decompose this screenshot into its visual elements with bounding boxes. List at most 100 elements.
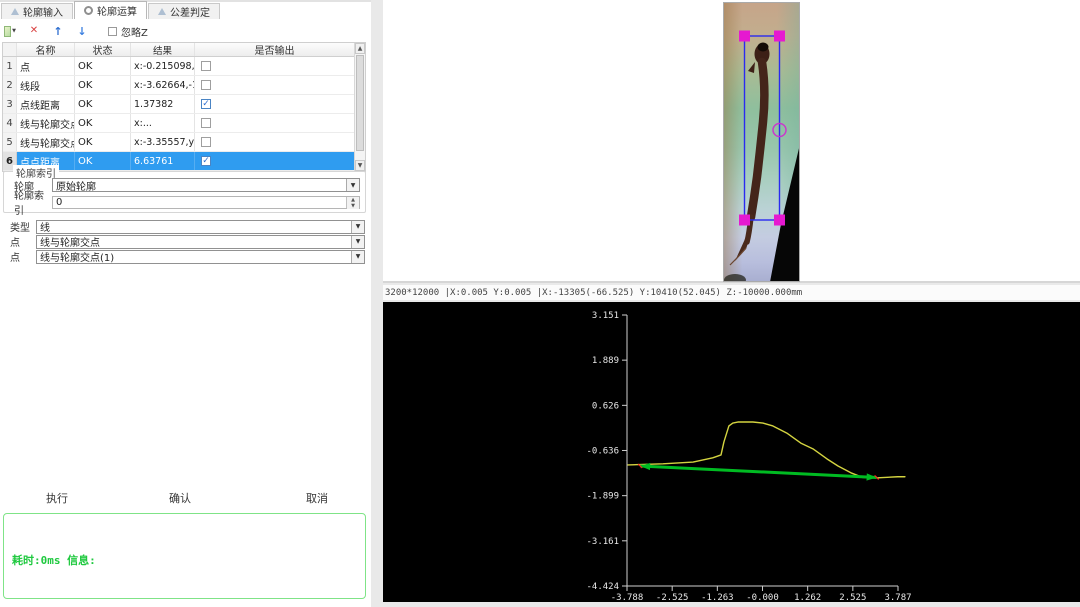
- results-table: 名称 状态 结果 是否输出 1点OKx:-0.215098,y:...2线段OK…: [2, 42, 366, 172]
- chevron-down-icon[interactable]: ▼: [351, 221, 364, 233]
- point1-value: 线与轮廓交点: [40, 234, 100, 249]
- spinner-arrows-icon[interactable]: ▲▼: [346, 197, 359, 208]
- table-row[interactable]: 4线与轮廓交点OKx:...: [3, 114, 354, 133]
- chevron-down-icon[interactable]: ▼: [346, 179, 359, 191]
- add-item-icon[interactable]: ▼: [4, 25, 16, 37]
- row-number: 5: [3, 133, 17, 151]
- row-output-cell: [195, 57, 354, 75]
- row-name: 点线距离: [17, 95, 75, 113]
- type-value: 线: [40, 219, 50, 234]
- table-scrollbar[interactable]: ▲ ▼: [354, 43, 365, 171]
- x-tick-label: 3.787: [884, 593, 911, 602]
- profile-curve: [628, 422, 905, 478]
- roi-handle-bottom-right[interactable]: [774, 215, 785, 226]
- tab-contour-calc[interactable]: 轮廓运算: [74, 1, 147, 19]
- table-row[interactable]: 2线段OKx:-3.62664,-1....: [3, 76, 354, 95]
- row-number: 4: [3, 114, 17, 132]
- point2-select[interactable]: 线与轮廓交点(1) ▼: [36, 250, 365, 264]
- tab-bar: 轮廓输入 轮廓运算 公差判定: [1, 2, 221, 19]
- x-tick-label: 2.525: [839, 593, 866, 602]
- row-status: OK: [75, 76, 131, 94]
- tab-label: 轮廓运算: [97, 3, 137, 18]
- output-checkbox[interactable]: ✓: [201, 156, 211, 166]
- x-tick-label: -3.788: [611, 593, 644, 602]
- scroll-up-icon[interactable]: ▲: [355, 43, 365, 54]
- measure-arrow-head: [866, 473, 876, 480]
- y-tick-label: -0.636: [586, 446, 619, 456]
- col-name[interactable]: 名称: [17, 43, 75, 56]
- x-tick-label: -1.263: [701, 593, 734, 602]
- action-bar: 执行 确认 取消: [0, 490, 371, 506]
- specimen-image[interactable]: [723, 2, 800, 282]
- triangle-icon: [158, 8, 166, 15]
- chevron-down-icon[interactable]: ▼: [351, 236, 364, 248]
- col-status[interactable]: 状态: [75, 43, 131, 56]
- table-row[interactable]: 1点OKx:-0.215098,y:...: [3, 57, 354, 76]
- cancel-button[interactable]: 取消: [277, 490, 357, 506]
- row-output-cell: ✓: [195, 95, 354, 113]
- contour-index-spinner[interactable]: 0 ▲▼: [52, 196, 360, 209]
- row-number: 3: [3, 95, 17, 113]
- output-checkbox[interactable]: [201, 61, 211, 71]
- type-label: 类型: [10, 219, 36, 234]
- row-name: 线与轮廓交点(1): [17, 133, 75, 151]
- type-select[interactable]: 线 ▼: [36, 220, 365, 234]
- point1-select[interactable]: 线与轮廓交点 ▼: [36, 235, 365, 249]
- contour-value: 原始轮廓: [56, 178, 96, 193]
- checkbox-icon: [108, 27, 117, 36]
- x-tick-label: 1.262: [794, 593, 821, 602]
- col-output[interactable]: 是否输出: [195, 43, 354, 56]
- control-panel: 轮廓输入 轮廓运算 公差判定 ▼ ✕ ↑ ↓ 忽略Z 名称 状态 结果 是否输出…: [0, 0, 371, 607]
- x-tick-label: -0.000: [746, 593, 779, 602]
- row-status: OK: [75, 57, 131, 75]
- row-output-cell: [195, 133, 354, 151]
- table-row[interactable]: 5线与轮廓交点(1)OKx:-3.35557,y:-...: [3, 133, 354, 152]
- y-tick-label: 0.626: [592, 401, 619, 411]
- row-result: 1.37382: [131, 95, 195, 113]
- tab-tolerance[interactable]: 公差判定: [148, 3, 220, 19]
- scroll-thumb[interactable]: [356, 55, 364, 151]
- profile-plot-panel[interactable]: 3.1511.8890.626-0.636-1.899-3.161-4.424-…: [383, 302, 1080, 602]
- image-viewer[interactable]: [383, 0, 1080, 283]
- ignore-z-checkbox[interactable]: 忽略Z: [108, 24, 148, 39]
- row-result: x:-3.35557,y:-...: [131, 133, 195, 151]
- message-text: 耗时:0ms 信息:: [12, 552, 96, 568]
- output-checkbox[interactable]: [201, 137, 211, 147]
- row-status: OK: [75, 152, 131, 170]
- move-down-icon[interactable]: ↓: [76, 25, 88, 37]
- roi-handle-top-right[interactable]: [774, 31, 785, 42]
- row-status: OK: [75, 133, 131, 151]
- roi-handle-top-left[interactable]: [739, 31, 750, 42]
- confirm-button[interactable]: 确认: [140, 490, 220, 506]
- move-up-icon[interactable]: ↑: [52, 25, 64, 37]
- row-name: 线段: [17, 76, 75, 94]
- contour-index-group: 轮廓索引 轮廓 原始轮廓 ▼ 轮廓索引 0 ▲▼: [3, 171, 366, 213]
- output-checkbox[interactable]: [201, 80, 211, 90]
- roi-handle-bottom-left[interactable]: [739, 215, 750, 226]
- table-row[interactable]: 3点线距离OK1.37382 ✓: [3, 95, 354, 114]
- output-checkbox[interactable]: ✓: [201, 99, 211, 109]
- scroll-down-icon[interactable]: ▼: [355, 160, 365, 171]
- execute-button[interactable]: 执行: [17, 490, 97, 506]
- tab-contour-input[interactable]: 轮廓输入: [1, 3, 73, 19]
- contour-index-value: 0: [56, 197, 62, 208]
- row-result: x:-0.215098,y:...: [131, 57, 195, 75]
- output-checkbox[interactable]: [201, 118, 211, 128]
- point2-value: 线与轮廓交点(1): [40, 249, 114, 264]
- point1-label: 点: [10, 234, 36, 249]
- status-bar: 3200*12000 |X:0.005 Y:0.005 |X:-13305(-6…: [383, 285, 1080, 300]
- table-header: 名称 状态 结果 是否输出: [3, 43, 354, 57]
- row-number: 2: [3, 76, 17, 94]
- row-status: OK: [75, 95, 131, 113]
- chevron-down-icon[interactable]: ▼: [351, 251, 364, 263]
- ignore-z-label: 忽略Z: [121, 24, 148, 39]
- tab-label: 公差判定: [170, 4, 210, 19]
- col-result[interactable]: 结果: [131, 43, 195, 56]
- profile-plot-canvas[interactable]: 3.1511.8890.626-0.636-1.899-3.161-4.424-…: [383, 302, 1080, 602]
- tab-label: 轮廓输入: [23, 4, 63, 19]
- contour-select[interactable]: 原始轮廓 ▼: [52, 178, 360, 192]
- delete-item-icon[interactable]: ✕: [28, 25, 40, 37]
- x-tick-label: -2.525: [656, 593, 689, 602]
- row-number: 1: [3, 57, 17, 75]
- status-text: 3200*12000 |X:0.005 Y:0.005 |X:-13305(-6…: [383, 288, 802, 298]
